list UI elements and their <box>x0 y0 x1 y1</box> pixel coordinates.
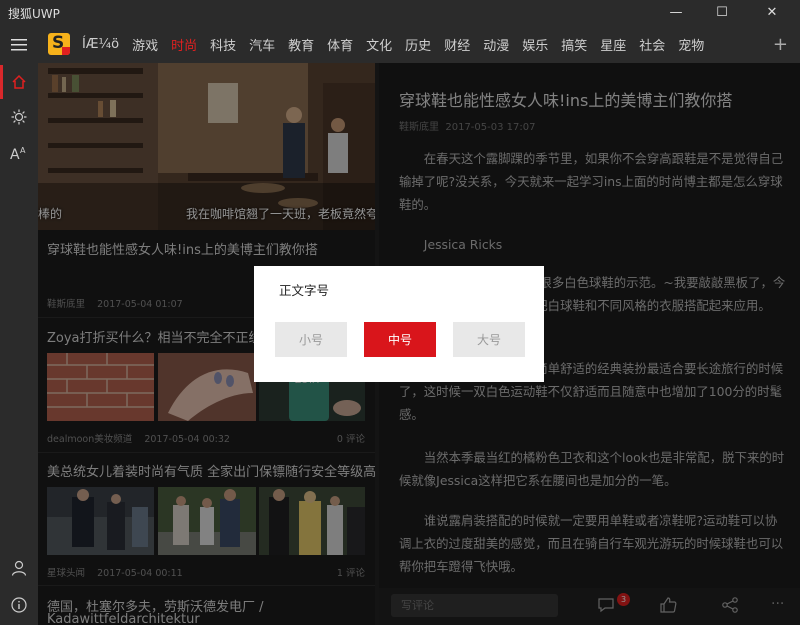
tab-9[interactable]: 财经 <box>444 35 470 54</box>
tab-7[interactable]: 文化 <box>366 35 392 54</box>
title-bar: 搜狐UWP — ☐ ✕ <box>0 0 800 25</box>
tab-1[interactable]: 游戏 <box>132 35 158 54</box>
font-size-large-button[interactable]: 大号 <box>453 322 525 357</box>
close-button[interactable]: ✕ <box>749 0 795 25</box>
tab-13[interactable]: 星座 <box>600 35 626 54</box>
tab-10[interactable]: 动漫 <box>483 35 509 54</box>
tab-5[interactable]: 教育 <box>288 35 314 54</box>
maximize-button[interactable]: ☐ <box>699 0 745 25</box>
brightness-icon[interactable] <box>0 99 38 135</box>
sohu-logo: S <box>48 33 70 55</box>
svg-text:A: A <box>10 147 20 161</box>
tab-3[interactable]: 科技 <box>210 35 236 54</box>
font-size-small-button[interactable]: 小号 <box>275 322 347 357</box>
hamburger-menu-icon[interactable] <box>0 27 38 63</box>
tab-2[interactable]: 时尚 <box>171 35 197 54</box>
font-size-dialog: 正文字号 小号 中号 大号 <box>254 266 544 382</box>
tab-12[interactable]: 搞笑 <box>561 35 587 54</box>
tab-6[interactable]: 体育 <box>327 35 353 54</box>
app-title: 搜狐UWP <box>8 7 60 21</box>
font-size-medium-button[interactable]: 中号 <box>364 322 436 357</box>
plus-icon[interactable]: + <box>773 34 788 55</box>
tab-8[interactable]: 历史 <box>405 35 431 54</box>
tab-15[interactable]: 宠物 <box>678 35 704 54</box>
category-nav: S ÍÆ¼ö 游戏 时尚 科技 汽车 教育 体育 文化 历史 财经 动漫 娱乐 搞笑 星座 社会 宠物 + <box>38 25 800 63</box>
info-icon[interactable] <box>0 587 38 623</box>
category-tabs: ÍÆ¼ö 游戏 时尚 科技 汽车 教育 体育 文化 历史 财经 动漫 娱乐 搞笑 星座 社会 宠物 <box>82 25 717 63</box>
dialog-title: 正文字号 <box>279 283 330 298</box>
tab-14[interactable]: 社会 <box>639 35 665 54</box>
tab-11[interactable]: 娱乐 <box>522 35 548 54</box>
home-icon[interactable] <box>0 64 38 100</box>
left-rail: AA <box>0 25 38 625</box>
user-icon[interactable] <box>0 550 38 586</box>
font-size-icon[interactable]: AA <box>0 135 38 171</box>
svg-text:A: A <box>20 146 26 155</box>
tab-0[interactable]: ÍÆ¼ö <box>82 37 119 52</box>
minimize-button[interactable]: — <box>653 0 699 25</box>
tab-4[interactable]: 汽车 <box>249 35 275 54</box>
